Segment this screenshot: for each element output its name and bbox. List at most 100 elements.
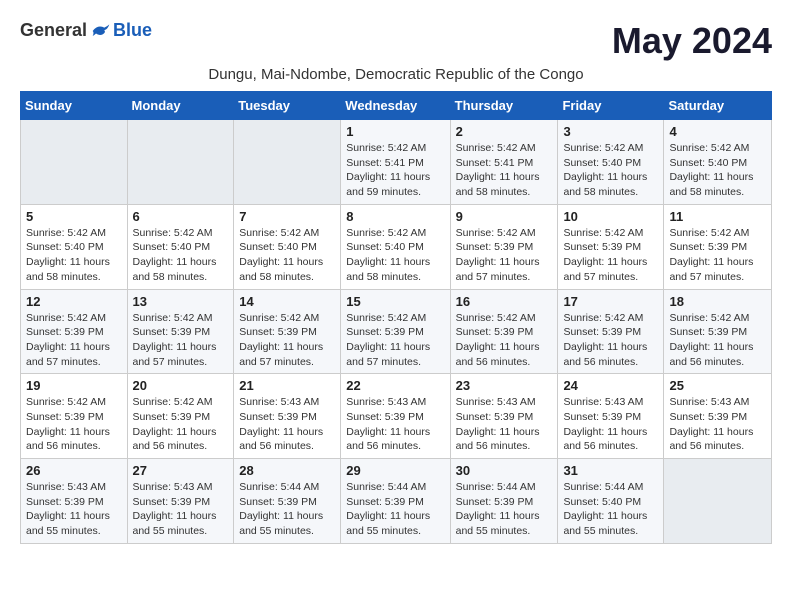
calendar-cell: 29 Sunrise: 5:44 AMSunset: 5:39 PMDayligh… bbox=[341, 459, 450, 544]
day-number: 15 bbox=[346, 294, 444, 309]
calendar-week-row: 1Sunrise: 5:42 AMSunset: 5:41 PMDaylight… bbox=[21, 120, 772, 205]
calendar-cell: 25 Sunrise: 5:43 AMSunset: 5:39 PMDayligh… bbox=[664, 374, 772, 459]
calendar-cell bbox=[21, 120, 128, 205]
header-tuesday: Tuesday bbox=[234, 92, 341, 120]
day-info: Sunrise: 5:43 AMSunset: 5:39 PMDaylight:… bbox=[456, 395, 553, 454]
day-number: 10 bbox=[563, 209, 658, 224]
day-number: 9 bbox=[456, 209, 553, 224]
day-number: 3 bbox=[563, 124, 658, 139]
day-info: Sunrise: 5:42 AMSunset: 5:39 PMDaylight:… bbox=[26, 311, 122, 370]
month-title: May 2024 bbox=[612, 20, 772, 62]
day-number: 2 bbox=[456, 124, 553, 139]
day-number: 21 bbox=[239, 378, 335, 393]
day-info: Sunrise: 5:43 AMSunset: 5:39 PMDaylight:… bbox=[133, 480, 229, 539]
header-saturday: Saturday bbox=[664, 92, 772, 120]
calendar-cell: 12 Sunrise: 5:42 AMSunset: 5:39 PMDayligh… bbox=[21, 289, 128, 374]
calendar-cell: 11Sunrise: 5:42 AMSunset: 5:39 PMDayligh… bbox=[664, 204, 772, 289]
calendar-header-row: SundayMondayTuesdayWednesdayThursdayFrid… bbox=[21, 92, 772, 120]
header-friday: Friday bbox=[558, 92, 664, 120]
calendar-cell: 21 Sunrise: 5:43 AMSunset: 5:39 PMDayligh… bbox=[234, 374, 341, 459]
header-thursday: Thursday bbox=[450, 92, 558, 120]
header-wednesday: Wednesday bbox=[341, 92, 450, 120]
calendar-cell: 17 Sunrise: 5:42 AMSunset: 5:39 PMDayligh… bbox=[558, 289, 664, 374]
day-number: 4 bbox=[669, 124, 766, 139]
calendar-week-row: 19 Sunrise: 5:42 AMSunset: 5:39 PMDayligh… bbox=[21, 374, 772, 459]
calendar-cell: 18 Sunrise: 5:42 AMSunset: 5:39 PMDayligh… bbox=[664, 289, 772, 374]
day-number: 18 bbox=[669, 294, 766, 309]
day-info: Sunrise: 5:42 AMSunset: 5:39 PMDaylight:… bbox=[133, 395, 229, 454]
day-info: Sunrise: 5:42 AMSunset: 5:40 PMDaylight:… bbox=[346, 226, 444, 285]
calendar-week-row: 12 Sunrise: 5:42 AMSunset: 5:39 PMDayligh… bbox=[21, 289, 772, 374]
calendar-cell: 19 Sunrise: 5:42 AMSunset: 5:39 PMDayligh… bbox=[21, 374, 128, 459]
day-number: 8 bbox=[346, 209, 444, 224]
day-info: Sunrise: 5:42 AMSunset: 5:40 PMDaylight:… bbox=[669, 141, 766, 200]
day-info: Sunrise: 5:42 AMSunset: 5:39 PMDaylight:… bbox=[456, 311, 553, 370]
calendar-cell: 26Sunrise: 5:43 AMSunset: 5:39 PMDayligh… bbox=[21, 459, 128, 544]
calendar-cell bbox=[664, 459, 772, 544]
day-info: Sunrise: 5:42 AMSunset: 5:41 PMDaylight:… bbox=[346, 141, 444, 200]
day-number: 20 bbox=[133, 378, 229, 393]
day-number: 12 bbox=[26, 294, 122, 309]
day-info: Sunrise: 5:44 AMSunset: 5:39 PMDaylight:… bbox=[346, 480, 444, 539]
day-number: 25 bbox=[669, 378, 766, 393]
calendar-cell: 31 Sunrise: 5:44 AMSunset: 5:40 PMDayligh… bbox=[558, 459, 664, 544]
page-header: General Blue May 2024 bbox=[20, 20, 772, 62]
day-info: Sunrise: 5:43 AMSunset: 5:39 PMDaylight:… bbox=[346, 395, 444, 454]
calendar-cell: 14 Sunrise: 5:42 AMSunset: 5:39 PMDayligh… bbox=[234, 289, 341, 374]
day-number: 31 bbox=[563, 463, 658, 478]
calendar-cell: 30 Sunrise: 5:44 AMSunset: 5:39 PMDayligh… bbox=[450, 459, 558, 544]
location-title: Dungu, Mai-Ndombe, Democratic Republic o… bbox=[20, 66, 772, 83]
header-monday: Monday bbox=[127, 92, 234, 120]
day-info: Sunrise: 5:44 AMSunset: 5:40 PMDaylight:… bbox=[563, 480, 658, 539]
logo-bird-icon bbox=[91, 21, 111, 41]
day-number: 17 bbox=[563, 294, 658, 309]
day-number: 16 bbox=[456, 294, 553, 309]
day-number: 6 bbox=[133, 209, 229, 224]
day-info: Sunrise: 5:43 AMSunset: 5:39 PMDaylight:… bbox=[669, 395, 766, 454]
day-info: Sunrise: 5:42 AMSunset: 5:39 PMDaylight:… bbox=[26, 395, 122, 454]
calendar-cell bbox=[234, 120, 341, 205]
day-number: 23 bbox=[456, 378, 553, 393]
calendar-cell bbox=[127, 120, 234, 205]
day-info: Sunrise: 5:43 AMSunset: 5:39 PMDaylight:… bbox=[239, 395, 335, 454]
day-info: Sunrise: 5:42 AMSunset: 5:40 PMDaylight:… bbox=[133, 226, 229, 285]
day-info: Sunrise: 5:44 AMSunset: 5:39 PMDaylight:… bbox=[456, 480, 553, 539]
header-sunday: Sunday bbox=[21, 92, 128, 120]
day-number: 14 bbox=[239, 294, 335, 309]
logo-blue-text: Blue bbox=[113, 20, 152, 41]
calendar-cell: 2 Sunrise: 5:42 AMSunset: 5:41 PMDaylight… bbox=[450, 120, 558, 205]
day-info: Sunrise: 5:42 AMSunset: 5:39 PMDaylight:… bbox=[669, 311, 766, 370]
calendar-cell: 24 Sunrise: 5:43 AMSunset: 5:39 PMDayligh… bbox=[558, 374, 664, 459]
calendar-cell: 16 Sunrise: 5:42 AMSunset: 5:39 PMDayligh… bbox=[450, 289, 558, 374]
day-number: 11 bbox=[669, 209, 766, 224]
calendar-cell: 10Sunrise: 5:42 AMSunset: 5:39 PMDayligh… bbox=[558, 204, 664, 289]
calendar-table: SundayMondayTuesdayWednesdayThursdayFrid… bbox=[20, 91, 772, 544]
day-number: 13 bbox=[133, 294, 229, 309]
day-number: 27 bbox=[133, 463, 229, 478]
day-info: Sunrise: 5:42 AMSunset: 5:39 PMDaylight:… bbox=[346, 311, 444, 370]
day-number: 29 bbox=[346, 463, 444, 478]
day-info: Sunrise: 5:42 AMSunset: 5:39 PMDaylight:… bbox=[563, 311, 658, 370]
day-info: Sunrise: 5:44 AMSunset: 5:39 PMDaylight:… bbox=[239, 480, 335, 539]
calendar-cell: 1Sunrise: 5:42 AMSunset: 5:41 PMDaylight… bbox=[341, 120, 450, 205]
day-info: Sunrise: 5:42 AMSunset: 5:39 PMDaylight:… bbox=[239, 311, 335, 370]
calendar-cell: 15 Sunrise: 5:42 AMSunset: 5:39 PMDayligh… bbox=[341, 289, 450, 374]
day-number: 5 bbox=[26, 209, 122, 224]
calendar-cell: 13 Sunrise: 5:42 AMSunset: 5:39 PMDayligh… bbox=[127, 289, 234, 374]
calendar-cell: 9Sunrise: 5:42 AMSunset: 5:39 PMDaylight… bbox=[450, 204, 558, 289]
day-number: 28 bbox=[239, 463, 335, 478]
day-info: Sunrise: 5:42 AMSunset: 5:40 PMDaylight:… bbox=[26, 226, 122, 285]
calendar-cell: 5 Sunrise: 5:42 AMSunset: 5:40 PMDaylight… bbox=[21, 204, 128, 289]
logo: General Blue bbox=[20, 20, 152, 41]
day-number: 30 bbox=[456, 463, 553, 478]
calendar-cell: 22Sunrise: 5:43 AMSunset: 5:39 PMDayligh… bbox=[341, 374, 450, 459]
day-number: 24 bbox=[563, 378, 658, 393]
day-info: Sunrise: 5:42 AMSunset: 5:41 PMDaylight:… bbox=[456, 141, 553, 200]
calendar-cell: 8 Sunrise: 5:42 AMSunset: 5:40 PMDaylight… bbox=[341, 204, 450, 289]
day-number: 19 bbox=[26, 378, 122, 393]
calendar-cell: 7Sunrise: 5:42 AMSunset: 5:40 PMDaylight… bbox=[234, 204, 341, 289]
day-info: Sunrise: 5:42 AMSunset: 5:40 PMDaylight:… bbox=[563, 141, 658, 200]
day-info: Sunrise: 5:43 AMSunset: 5:39 PMDaylight:… bbox=[563, 395, 658, 454]
calendar-week-row: 26Sunrise: 5:43 AMSunset: 5:39 PMDayligh… bbox=[21, 459, 772, 544]
day-info: Sunrise: 5:42 AMSunset: 5:39 PMDaylight:… bbox=[133, 311, 229, 370]
